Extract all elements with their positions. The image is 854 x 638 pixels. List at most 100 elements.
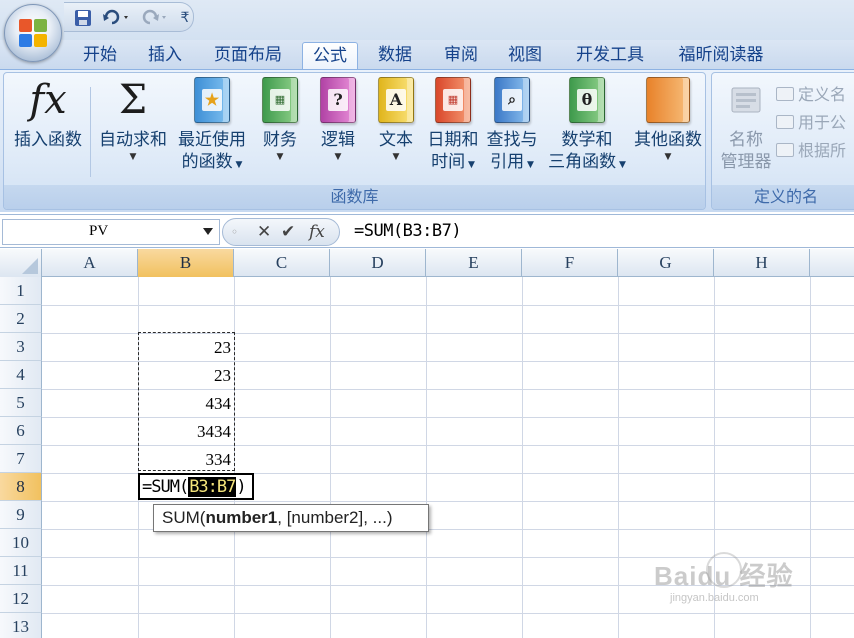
row-header[interactable]: 4 — [0, 361, 42, 389]
magnifier-book-icon: ⌕ — [494, 77, 530, 123]
column-header[interactable]: C — [234, 249, 330, 277]
column-header[interactable]: D — [330, 249, 426, 277]
tooltip-fn: SUM( — [162, 508, 206, 527]
customize-qat-icon[interactable]: ₹ — [178, 7, 192, 29]
row-header[interactable]: 2 — [0, 305, 42, 333]
column-header[interactable]: F — [522, 249, 618, 277]
row-header[interactable]: 3 — [0, 333, 42, 361]
office-button[interactable] — [4, 4, 62, 62]
recently-used-button[interactable]: ★ 最近使用 的函数 ▼ — [172, 77, 252, 176]
sigma-icon: Σ — [118, 77, 148, 123]
row-header[interactable]: 13 — [0, 613, 42, 638]
row-header[interactable]: 12 — [0, 585, 42, 613]
text-button[interactable]: A 文本 ▼ — [368, 77, 424, 163]
lookup-label-1: 查找与 — [486, 130, 538, 150]
define-name-button[interactable]: 定义名 — [776, 81, 846, 105]
more-functions-label: 其他函数 — [634, 130, 702, 150]
formula-bar: PV ◦ ✕ ✔ fx =SUM(B3:B7) — [0, 214, 854, 248]
dropdown-arrow-icon: ▼ — [129, 152, 137, 162]
edit-suffix: ) — [236, 477, 246, 497]
worksheet-grid[interactable]: A B C D E F G H 1 2 3 4 5 6 7 8 9 10 11 … — [0, 249, 854, 638]
create-from-selection-icon — [776, 143, 794, 157]
name-box-value: PV — [89, 223, 109, 239]
gridline — [42, 501, 854, 502]
defined-names-label: 定义的名 — [712, 185, 854, 209]
gridline — [810, 277, 811, 638]
gridline — [42, 557, 854, 558]
column-header[interactable]: E — [426, 249, 522, 277]
books-icon — [646, 77, 690, 123]
dropdown-arrow-icon: ▼ — [392, 152, 400, 162]
define-name-icon — [776, 87, 794, 101]
enter-icon[interactable]: ✔ — [281, 222, 295, 242]
date-time-label-2: 时间 ▼ — [431, 152, 475, 172]
row-header[interactable]: 5 — [0, 389, 42, 417]
gridline — [42, 613, 854, 614]
redo-icon[interactable] — [138, 7, 172, 29]
column-header[interactable]: G — [618, 249, 714, 277]
ribbon-tabs: 开始 插入 页面布局 公式 数据 审阅 视图 开发工具 福昕阅读器 — [0, 40, 854, 71]
reference-marquee — [138, 332, 235, 471]
tab-insert[interactable]: 插入 — [136, 42, 194, 70]
calendar-book-icon: ▦ — [435, 77, 471, 123]
financial-label: 财务 — [263, 130, 297, 150]
recently-used-label-1: 最近使用 — [178, 130, 246, 150]
cell-edit-text: =SUM(B3:B7) — [142, 477, 247, 497]
column-header[interactable] — [810, 249, 854, 277]
row-header[interactable]: 9 — [0, 501, 42, 529]
gridline — [618, 277, 619, 638]
select-all-button[interactable] — [0, 249, 42, 277]
dropdown-arrow-icon: ▼ — [334, 152, 342, 162]
row-header[interactable]: 11 — [0, 557, 42, 585]
function-library-group: fx 插入函数 Σ 自动求和 ▼ ★ 最近使用 的函数 ▼ ▦ 财务 ▼ ? 逻… — [3, 72, 706, 210]
cancel-icon[interactable]: ✕ — [257, 222, 271, 242]
math-trig-button[interactable]: θ 数学和 三角函数 ▼ — [542, 77, 632, 176]
formula-input[interactable]: =SUM(B3:B7) — [354, 221, 462, 241]
fx-small-icon — [776, 115, 794, 129]
undo-icon[interactable] — [100, 7, 134, 29]
more-functions-button[interactable]: 其他函数 ▼ — [630, 77, 706, 163]
create-from-selection-button[interactable]: 根据所 — [776, 137, 846, 161]
column-header-selected[interactable]: B — [138, 249, 234, 277]
row-header[interactable]: 10 — [0, 529, 42, 557]
lookup-label-2: 引用 ▼ — [490, 152, 534, 172]
name-manager-label-1: 名称 — [729, 130, 763, 150]
tooltip-arg1[interactable]: number1 — [205, 508, 277, 527]
dropdown-arrow-icon: ▼ — [664, 152, 672, 162]
row-header-selected[interactable]: 8 — [0, 473, 42, 501]
autosum-button[interactable]: Σ 自动求和 ▼ — [94, 77, 172, 163]
active-cell-b8[interactable]: =SUM(B3:B7) — [138, 473, 254, 500]
logical-book-icon: ? — [320, 77, 356, 123]
name-box[interactable]: PV — [2, 219, 220, 245]
insert-function-icon[interactable]: fx — [309, 222, 325, 242]
column-header[interactable]: H — [714, 249, 810, 277]
row-header[interactable]: 7 — [0, 445, 42, 473]
tab-view[interactable]: 视图 — [496, 42, 554, 70]
column-header[interactable]: A — [42, 249, 138, 277]
tab-page-layout[interactable]: 页面布局 — [200, 42, 296, 70]
ribbon: fx 插入函数 Σ 自动求和 ▼ ★ 最近使用 的函数 ▼ ▦ 财务 ▼ ? 逻… — [0, 69, 854, 212]
name-manager-icon — [724, 77, 768, 123]
define-name-label: 定义名 — [798, 85, 847, 104]
row-header[interactable]: 1 — [0, 277, 42, 305]
logical-button[interactable]: ? 逻辑 ▼ — [310, 77, 366, 163]
tab-home[interactable]: 开始 — [70, 42, 130, 70]
name-manager-button[interactable]: 名称 管理器 — [716, 77, 776, 173]
tab-developer[interactable]: 开发工具 — [562, 42, 658, 70]
save-icon[interactable] — [72, 7, 94, 29]
lookup-reference-button[interactable]: ⌕ 查找与 引用 ▼ — [482, 77, 542, 176]
financial-button[interactable]: ▦ 财务 ▼ — [254, 77, 306, 163]
chevron-down-icon[interactable] — [203, 228, 213, 235]
row-header[interactable]: 6 — [0, 417, 42, 445]
recently-used-label-2: 的函数 ▼ — [181, 152, 243, 172]
use-in-formula-button[interactable]: 用于公 — [776, 109, 846, 133]
tab-data[interactable]: 数据 — [366, 42, 424, 70]
tab-formulas[interactable]: 公式 — [302, 42, 358, 71]
function-tooltip[interactable]: SUM(number1, [number2], ...) — [153, 504, 429, 532]
tab-review[interactable]: 审阅 — [432, 42, 490, 70]
tab-foxit-reader[interactable]: 福昕阅读器 — [664, 42, 778, 70]
insert-function-button[interactable]: fx 插入函数 — [8, 77, 88, 151]
defined-names-group: 名称 管理器 定义名 用于公 根据所 定义的名 — [711, 72, 854, 210]
date-time-button[interactable]: ▦ 日期和 时间 ▼ — [424, 77, 482, 176]
text-book-icon: A — [378, 77, 414, 123]
